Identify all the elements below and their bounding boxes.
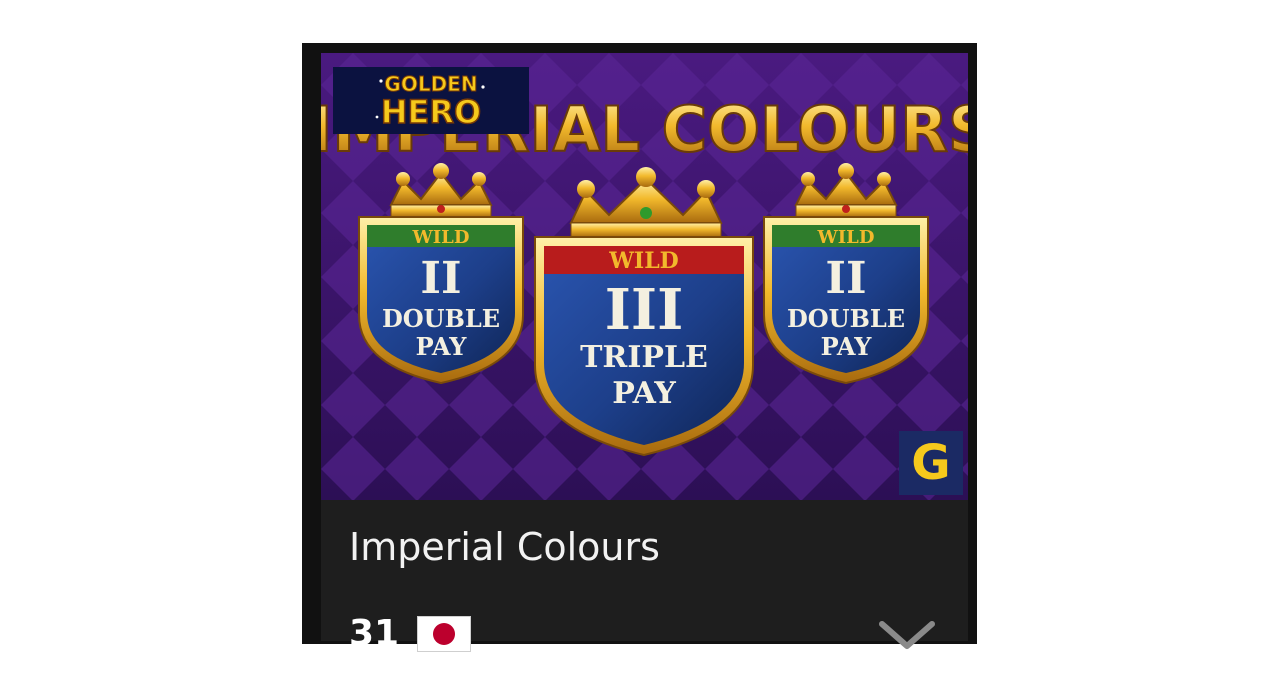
card-meta: 31 — [349, 613, 472, 654]
wild-label: WILD — [817, 227, 875, 248]
game-card[interactable]: IMPERIAL COLOURS WILD II DOUBLE PAY WILD… — [302, 43, 977, 652]
wild-label: WILD — [608, 248, 679, 274]
shield-line2: PAY — [821, 332, 873, 361]
game-title[interactable]: Imperial Colours — [349, 528, 660, 566]
game-count: 31 — [349, 613, 400, 654]
flag-sun — [433, 623, 456, 645]
card-info-panel: Imperial Colours 31 — [321, 500, 968, 652]
provider-badge-letter: G — [911, 435, 951, 491]
shield-numeral: II — [420, 253, 461, 304]
golden-hero-logo: GOLDEN HERO — [333, 67, 529, 134]
japan-flag-icon — [417, 616, 472, 652]
provider-badge: G — [899, 431, 963, 495]
game-thumbnail[interactable]: IMPERIAL COLOURS WILD II DOUBLE PAY WILD… — [321, 53, 968, 500]
shield-line1: TRIPLE — [580, 340, 708, 375]
golden-hero-logo-art: GOLDEN HERO — [375, 72, 485, 132]
shield-numeral: II — [825, 253, 866, 304]
chevron-down-icon — [879, 621, 935, 649]
shield-numeral: III — [605, 277, 684, 343]
sparkle-icon — [481, 85, 485, 89]
shield-line1: DOUBLE — [382, 304, 500, 333]
shield-line1: DOUBLE — [787, 304, 905, 333]
wild-label: WILD — [412, 227, 470, 248]
sparkle-icon — [375, 115, 379, 119]
shield-line2: PAY — [612, 376, 676, 411]
logo-line2: HERO — [381, 93, 481, 131]
shield-line2: PAY — [416, 332, 468, 361]
sparkle-icon — [379, 79, 383, 83]
expand-button[interactable] — [876, 614, 938, 654]
